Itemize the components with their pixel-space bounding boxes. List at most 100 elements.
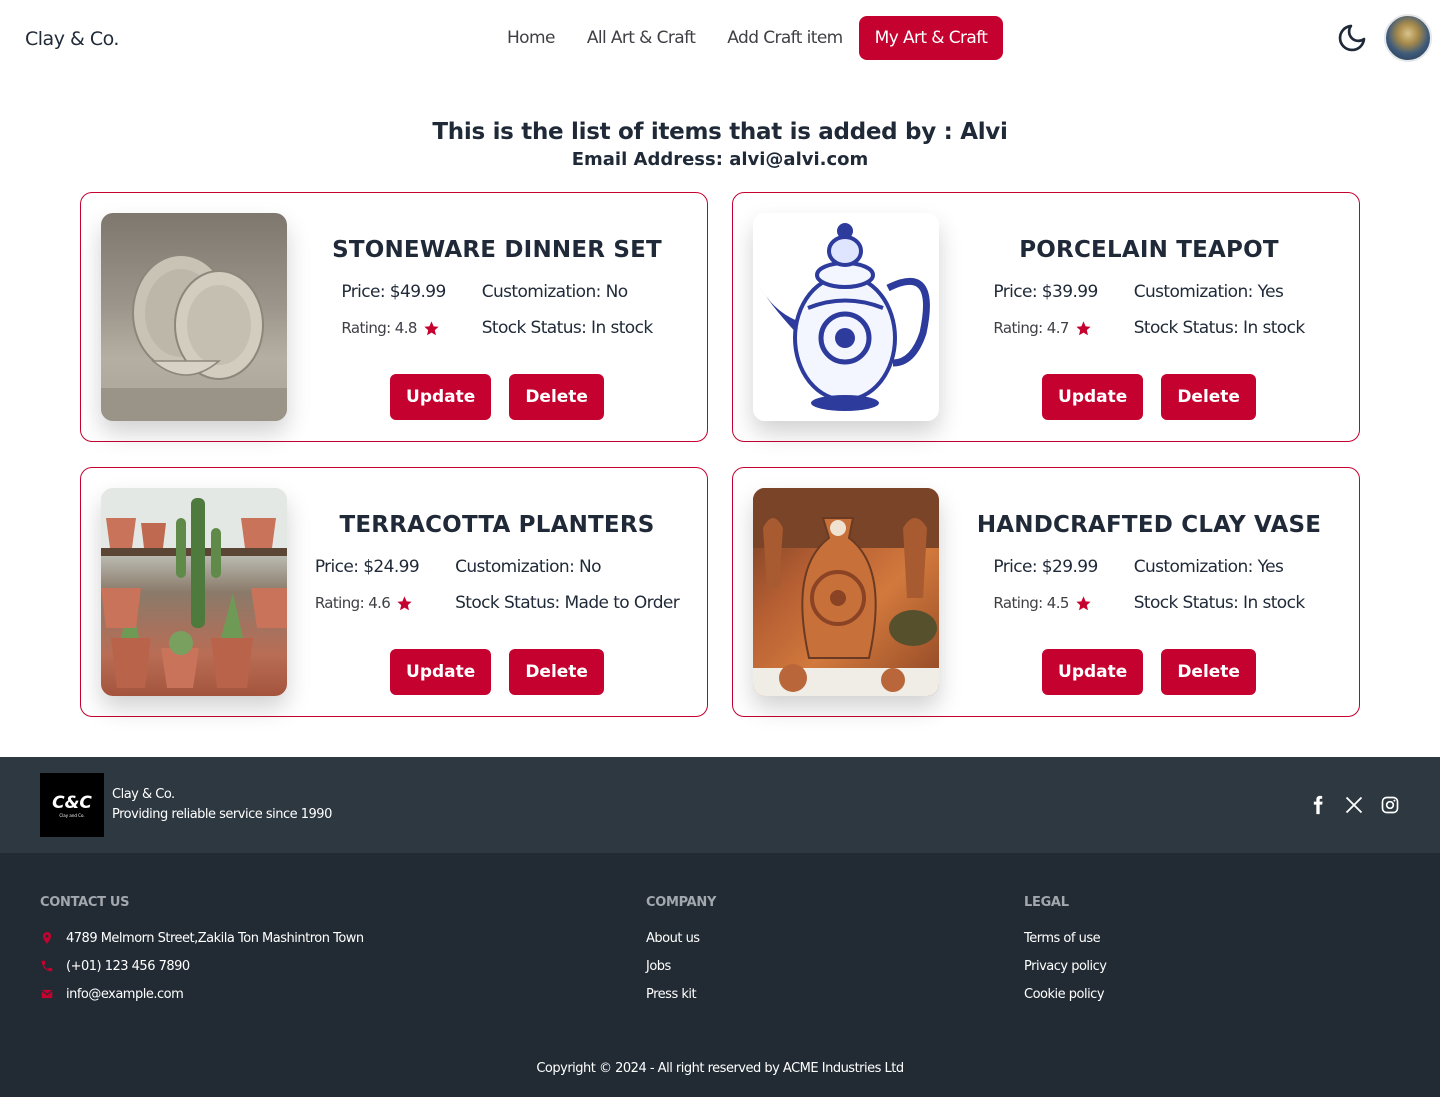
star-icon bbox=[1076, 320, 1091, 335]
legal-title: LEGAL bbox=[1024, 895, 1069, 910]
update-button[interactable]: Update bbox=[1042, 649, 1144, 695]
star-icon bbox=[397, 595, 412, 610]
brand-name[interactable]: Clay & Co. bbox=[25, 28, 119, 50]
item-name: STONEWARE DINNER SET bbox=[332, 237, 662, 263]
link-cookie-policy[interactable]: Cookie policy bbox=[1024, 980, 1106, 1008]
item-image bbox=[753, 488, 939, 696]
logo-text: C&C bbox=[52, 792, 92, 813]
update-button[interactable]: Update bbox=[390, 374, 492, 420]
item-rating: Rating: 4.8 bbox=[341, 317, 445, 339]
item-customization: Customization: Yes bbox=[1133, 282, 1284, 302]
update-button[interactable]: Update bbox=[1042, 374, 1144, 420]
footer-brand-name: Clay & Co. bbox=[112, 787, 175, 802]
phone-text: (+01) 123 456 7890 bbox=[66, 958, 190, 974]
user-avatar[interactable] bbox=[1384, 14, 1432, 62]
item-stock: Stock Status: In stock bbox=[1133, 593, 1305, 613]
facebook-icon[interactable] bbox=[1308, 795, 1328, 815]
contact-email: info@example.com bbox=[40, 980, 364, 1008]
rating-text: Rating: 4.6 bbox=[314, 594, 391, 612]
items-grid: STONEWARE DINNER SET Price: $49.99 Custo… bbox=[80, 192, 1360, 717]
footer-tagline: Providing reliable service since 1990 bbox=[112, 807, 332, 822]
item-name: PORCELAIN TEAPOT bbox=[1019, 237, 1279, 263]
phone-icon bbox=[41, 960, 53, 972]
contact-phone: (+01) 123 456 7890 bbox=[40, 952, 364, 980]
delete-button[interactable]: Delete bbox=[509, 374, 604, 420]
delete-button[interactable]: Delete bbox=[1161, 649, 1256, 695]
item-name: HANDCRAFTED CLAY VASE bbox=[976, 512, 1322, 538]
user-email: Email Address: alvi@alvi.com bbox=[571, 149, 869, 170]
item-card: TERRACOTTA PLANTERS Price: $24.99 Custom… bbox=[80, 467, 708, 717]
item-image bbox=[101, 488, 287, 696]
rating-text: Rating: 4.7 bbox=[993, 319, 1069, 337]
social-links bbox=[1308, 795, 1400, 815]
item-image bbox=[753, 213, 939, 421]
item-rating: Rating: 4.5 bbox=[993, 592, 1097, 614]
item-stock: Stock Status: Made to Order bbox=[455, 593, 680, 613]
update-button[interactable]: Update bbox=[390, 649, 492, 695]
logo-subtext: Clay and Co. bbox=[59, 812, 85, 818]
x-icon[interactable] bbox=[1344, 795, 1364, 815]
item-image bbox=[101, 213, 287, 421]
nav-right bbox=[1336, 14, 1432, 62]
email-text[interactable]: info@example.com bbox=[66, 987, 184, 1002]
item-stock: Stock Status: In stock bbox=[1133, 318, 1305, 338]
contact-address: 4789 Melmorn Street,Zakila Ton Mashintro… bbox=[40, 924, 364, 952]
link-about-us[interactable]: About us bbox=[646, 924, 716, 952]
item-name: TERRACOTTA PLANTERS bbox=[339, 512, 655, 538]
item-actions: Update Delete bbox=[939, 649, 1359, 695]
link-privacy-policy[interactable]: Privacy policy bbox=[1024, 952, 1107, 980]
footer-logo[interactable]: C&C Clay and Co. bbox=[40, 773, 104, 837]
item-details: HANDCRAFTED CLAY VASE Price: $29.99 Cust… bbox=[939, 468, 1359, 716]
contact-title: CONTACT US bbox=[40, 895, 130, 910]
footer-top: C&C Clay and Co. Clay & Co. Providing re… bbox=[0, 757, 1440, 853]
address-text: 4789 Melmorn Street,Zakila Ton Mashintro… bbox=[66, 930, 364, 946]
item-price: Price: $24.99 bbox=[314, 557, 420, 577]
item-card: HANDCRAFTED CLAY VASE Price: $29.99 Cust… bbox=[732, 467, 1360, 717]
company-title: COMPANY bbox=[646, 895, 717, 910]
mail-icon bbox=[41, 989, 53, 999]
item-price: Price: $29.99 bbox=[993, 557, 1098, 577]
item-price: Price: $39.99 bbox=[993, 282, 1098, 302]
page-heading: This is the list of items that is added … bbox=[0, 118, 1440, 171]
location-pin-icon bbox=[42, 932, 52, 944]
item-card: STONEWARE DINNER SET Price: $49.99 Custo… bbox=[80, 192, 708, 442]
nav-home[interactable]: Home bbox=[491, 16, 571, 60]
item-customization: Customization: No bbox=[481, 282, 628, 302]
instagram-icon[interactable] bbox=[1380, 795, 1400, 815]
rating-text: Rating: 4.8 bbox=[341, 319, 417, 337]
star-icon bbox=[424, 320, 439, 335]
item-rating: Rating: 4.6 bbox=[315, 592, 419, 614]
legal-column: LEGAL Terms of use Privacy policy Cookie… bbox=[1024, 895, 1107, 1008]
item-card: PORCELAIN TEAPOT Price: $39.99 Customiza… bbox=[732, 192, 1360, 442]
item-customization: Customization: Yes bbox=[1133, 557, 1284, 577]
item-actions: Update Delete bbox=[287, 649, 707, 695]
item-price: Price: $49.99 bbox=[341, 282, 446, 302]
item-stock: Stock Status: In stock bbox=[481, 318, 653, 338]
delete-button[interactable]: Delete bbox=[509, 649, 604, 695]
rating-text: Rating: 4.5 bbox=[993, 594, 1069, 612]
item-customization: Customization: No bbox=[455, 557, 601, 577]
item-details: PORCELAIN TEAPOT Price: $39.99 Customiza… bbox=[939, 193, 1359, 441]
star-icon bbox=[1076, 595, 1091, 610]
nav-links: Home All Art & Craft Add Craft item My A… bbox=[491, 16, 1004, 60]
nav-all-art-craft[interactable]: All Art & Craft bbox=[571, 16, 711, 60]
copyright-text: Copyright © 2024 - All right reserved by… bbox=[536, 1061, 904, 1076]
link-terms-of-use[interactable]: Terms of use bbox=[1024, 924, 1106, 952]
nav-my-art-craft[interactable]: My Art & Craft bbox=[858, 16, 1004, 60]
footer-brand: Clay & Co. Providing reliable service si… bbox=[112, 785, 332, 825]
navbar: Clay & Co. Home All Art & Craft Add Craf… bbox=[0, 0, 1440, 78]
page-title: This is the list of items that is added … bbox=[432, 119, 1008, 145]
item-actions: Update Delete bbox=[287, 374, 707, 420]
nav-add-craft-item[interactable]: Add Craft item bbox=[711, 16, 858, 60]
item-rating: Rating: 4.7 bbox=[993, 317, 1097, 339]
item-details: STONEWARE DINNER SET Price: $49.99 Custo… bbox=[287, 193, 707, 441]
link-press-kit[interactable]: Press kit bbox=[646, 980, 716, 1008]
item-details: TERRACOTTA PLANTERS Price: $24.99 Custom… bbox=[287, 468, 707, 716]
footer-main: CONTACT US 4789 Melmorn Street,Zakila To… bbox=[0, 853, 1440, 1097]
delete-button[interactable]: Delete bbox=[1161, 374, 1256, 420]
item-actions: Update Delete bbox=[939, 374, 1359, 420]
contact-column: CONTACT US 4789 Melmorn Street,Zakila To… bbox=[40, 895, 364, 1008]
moon-icon[interactable] bbox=[1336, 22, 1368, 54]
company-column: COMPANY About us Jobs Press kit bbox=[646, 895, 716, 1008]
link-jobs[interactable]: Jobs bbox=[646, 952, 716, 980]
